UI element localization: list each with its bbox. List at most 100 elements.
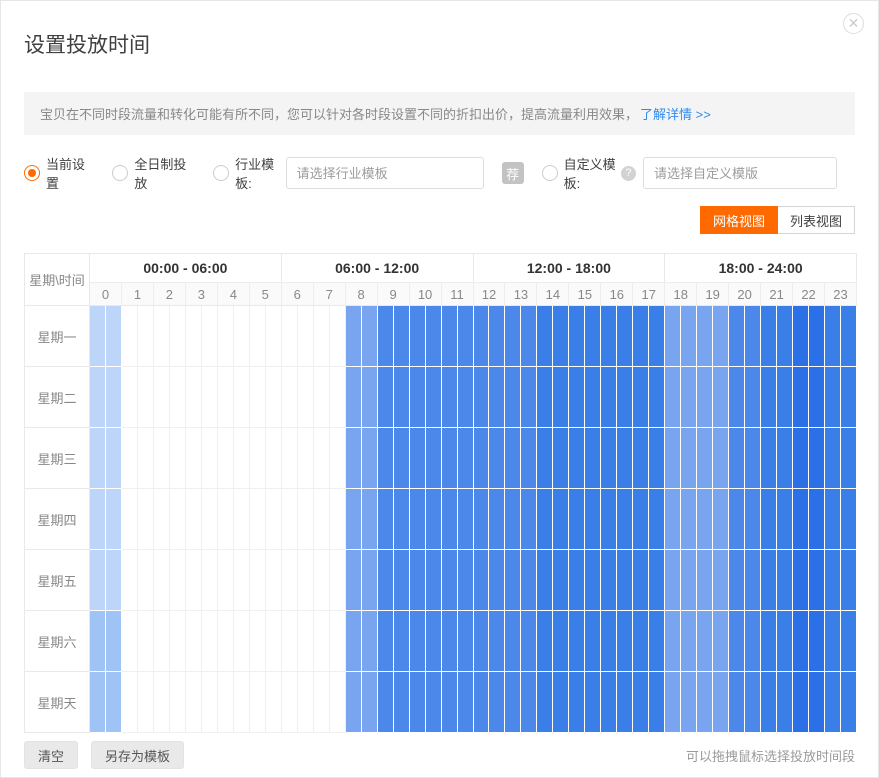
grid-cell[interactable] [505,367,521,428]
grid-cell[interactable] [649,672,665,733]
grid-cell[interactable] [458,550,474,611]
grid-cell[interactable] [665,367,681,428]
grid-cell[interactable] [218,672,234,733]
grid-cell[interactable] [521,672,537,733]
grid-cell[interactable] [202,306,218,367]
grid-cell[interactable] [138,672,154,733]
grid-cell[interactable] [410,611,426,672]
grid-cell[interactable] [617,611,633,672]
grid-cell[interactable] [777,306,793,367]
grid-cell[interactable] [474,672,490,733]
grid-cell[interactable] [170,672,186,733]
grid-cell[interactable] [90,611,106,672]
grid-cell[interactable] [282,550,298,611]
grid-cell[interactable] [521,489,537,550]
grid-cell[interactable] [106,306,122,367]
grid-cell[interactable] [282,367,298,428]
grid-cell[interactable] [186,428,202,489]
grid-cell[interactable] [585,672,601,733]
grid-cell[interactable] [697,550,713,611]
grid-cell[interactable] [234,428,250,489]
grid-cell[interactable] [330,550,346,611]
grid-cell[interactable] [250,550,266,611]
grid-cell[interactable] [314,489,330,550]
grid-cell[interactable] [90,489,106,550]
grid-cell[interactable] [346,672,362,733]
grid-cell[interactable] [138,550,154,611]
grid-cell[interactable] [90,672,106,733]
grid-cell[interactable] [458,367,474,428]
grid-cell[interactable] [665,306,681,367]
grid-cell[interactable] [777,367,793,428]
grid-cell[interactable] [713,367,729,428]
grid-cell[interactable] [426,672,442,733]
grid-cell[interactable] [585,306,601,367]
grid-cell[interactable] [442,672,458,733]
grid-cell[interactable] [154,428,170,489]
grid-cell[interactable] [569,306,585,367]
grid-cell[interactable] [202,611,218,672]
grid-cell[interactable] [777,428,793,489]
grid-cell[interactable] [777,672,793,733]
grid-cell[interactable] [250,428,266,489]
grid-cell[interactable] [633,306,649,367]
grid-cell[interactable] [761,367,777,428]
grid-cell[interactable] [569,367,585,428]
grid-cell[interactable] [362,367,378,428]
grid-cell[interactable] [569,550,585,611]
grid-cell[interactable] [170,611,186,672]
grid-cell[interactable] [729,428,745,489]
grid-cell[interactable] [250,489,266,550]
grid-cell[interactable] [122,367,138,428]
grid-cell[interactable] [553,550,569,611]
grid-cell[interactable] [426,550,442,611]
grid-cell[interactable] [138,428,154,489]
grid-cell[interactable] [505,672,521,733]
grid-cell[interactable] [122,672,138,733]
grid-cell[interactable] [745,367,761,428]
grid-cell[interactable] [458,672,474,733]
grid-cell[interactable] [601,611,617,672]
grid-cell[interactable] [537,611,553,672]
radio-custom-template[interactable] [542,165,558,181]
grid-cell[interactable] [330,611,346,672]
grid-cell[interactable] [106,611,122,672]
grid-cell[interactable] [218,611,234,672]
grid-cell[interactable] [202,428,218,489]
grid-cell[interactable] [697,489,713,550]
grid-cell[interactable] [825,428,841,489]
grid-cell[interactable] [410,428,426,489]
grid-cell[interactable] [266,672,282,733]
grid-cell[interactable] [713,428,729,489]
grid-cell[interactable] [154,611,170,672]
grid-cell[interactable] [793,489,809,550]
grid-cell[interactable] [378,611,394,672]
grid-cell[interactable] [394,428,410,489]
grid-cell[interactable] [394,489,410,550]
grid-cell[interactable] [458,428,474,489]
grid-cell[interactable] [761,306,777,367]
grid-cell[interactable] [841,306,857,367]
grid-cell[interactable] [154,550,170,611]
grid-cell[interactable] [601,428,617,489]
grid-cell[interactable] [90,550,106,611]
grid-cell[interactable] [90,428,106,489]
grid-cell[interactable] [649,611,665,672]
grid-cell[interactable] [122,489,138,550]
grid-cell[interactable] [314,672,330,733]
grid-cell[interactable] [505,550,521,611]
grid-cell[interactable] [537,367,553,428]
grid-cell[interactable] [266,367,282,428]
grid-cell[interactable] [713,306,729,367]
grid-cell[interactable] [362,550,378,611]
grid-cell[interactable] [809,611,825,672]
grid-cell[interactable] [841,489,857,550]
grid-cell[interactable] [410,306,426,367]
grid-cell[interactable] [218,306,234,367]
grid-cell[interactable] [729,550,745,611]
grid-cell[interactable] [761,611,777,672]
grid-cell[interactable] [489,611,505,672]
grid-cell[interactable] [825,367,841,428]
grid-cell[interactable] [234,367,250,428]
grid-cell[interactable] [410,672,426,733]
